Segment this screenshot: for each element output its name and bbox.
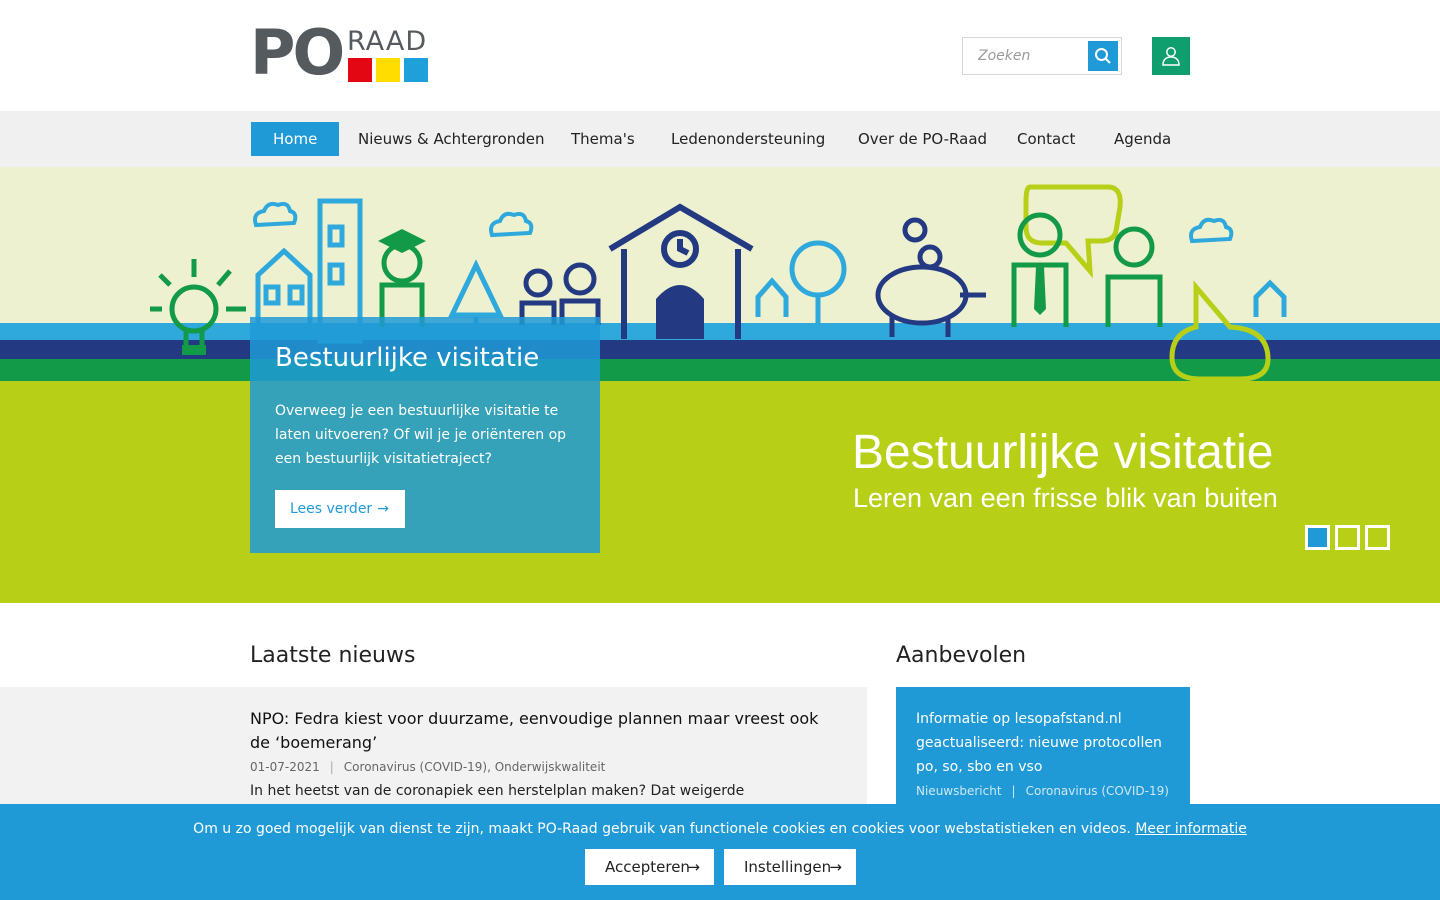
slider-dot-3[interactable] (1365, 525, 1390, 550)
user-icon (1162, 47, 1180, 66)
cookie-settings-button[interactable]: Instellingen → (724, 849, 856, 885)
hero-illustration (150, 184, 1287, 382)
news-item-excerpt: In het heetst van de coronapiek een hers… (250, 783, 745, 799)
nav-item-nieuws[interactable]: Nieuws & Achtergronden (336, 122, 567, 156)
logo-po-text: PO (250, 16, 345, 89)
nav-item-contact[interactable]: Contact (995, 122, 1097, 156)
slider-dot-1[interactable] (1305, 525, 1330, 550)
latest-news-heading: Laatste nieuws (250, 643, 416, 668)
po-raad-logo[interactable]: PO RAAD (250, 22, 430, 84)
recommended-item-tags: Coronavirus (COVID-19) (1025, 784, 1169, 798)
hero-banner-title: Bestuurlijke visitatie (852, 426, 1274, 479)
hero-card: Bestuurlijke visitatie Overweeg je een b… (250, 317, 600, 553)
logo-raad-text: RAAD (347, 26, 428, 57)
nav-item-home[interactable]: Home (251, 122, 340, 156)
hero-title: Bestuurlijke visitatie (275, 343, 540, 373)
meta-separator: | (1011, 784, 1016, 798)
nav-item-agenda[interactable]: Agenda (1092, 122, 1193, 156)
search-input[interactable] (963, 38, 1087, 74)
hero-text: Overweeg je een bestuurlijke visitatie t… (275, 403, 567, 467)
account-button[interactable] (1152, 37, 1190, 75)
cookie-bar: Om u zo goed mogelijk van dienst te zijn… (0, 804, 1440, 900)
search-icon (1095, 48, 1111, 64)
accept-label: Accepteren (605, 858, 690, 876)
read-more-button[interactable]: Lees verder → (275, 490, 405, 528)
nav-item-themas[interactable]: Thema's (549, 122, 657, 156)
news-item-title[interactable]: NPO: Fedra kiest voor duurzame, eenvoudi… (250, 707, 830, 755)
hero-slider: Bestuurlijke visitatie Overweeg je een b… (0, 167, 1440, 603)
hero-banner-subtitle: Leren van een frisse blik van buiten (853, 483, 1278, 513)
main-nav: Home Nieuws & Achtergronden Thema's Lede… (0, 111, 1440, 167)
recommended-heading: Aanbevolen (896, 643, 1027, 668)
site-header: PO RAAD (0, 0, 1440, 111)
search-button[interactable] (1088, 41, 1118, 71)
arrow-right-icon: → (829, 858, 842, 876)
slider-dot-2[interactable] (1335, 525, 1360, 550)
arrow-right-icon: → (687, 858, 700, 876)
recommended-item[interactable]: Informatie op lesopafstand.nl geactualis… (896, 687, 1190, 807)
cookie-text: Om u zo goed mogelijk van dienst te zijn… (193, 821, 1131, 837)
meta-separator: | (329, 760, 334, 774)
nav-item-ledenondersteuning[interactable]: Ledenondersteuning (649, 122, 847, 156)
recommended-item-meta: Nieuwsbericht | Coronavirus (COVID-19) (916, 784, 1169, 798)
nav-item-over[interactable]: Over de PO-Raad (836, 122, 1009, 156)
arrow-right-icon: → (377, 501, 389, 517)
settings-label: Instellingen (744, 858, 832, 876)
cookie-message: Om u zo goed mogelijk van dienst te zijn… (0, 821, 1440, 837)
news-item-meta: 01-07-2021 | Coronavirus (COVID-19), Onder… (250, 760, 605, 774)
accept-cookies-button[interactable]: Accepteren → (585, 849, 714, 885)
cookie-more-info-link[interactable]: Meer informatie (1135, 821, 1247, 837)
news-item[interactable]: NPO: Fedra kiest voor duurzame, eenvoudi… (0, 687, 867, 807)
logo-blue-square (404, 58, 428, 82)
news-item-tags: Coronavirus (COVID-19), Onderwijskwalite… (343, 760, 606, 774)
search-box (962, 37, 1122, 75)
read-more-label: Lees verder (290, 501, 373, 517)
news-item-date: 01-07-2021 (250, 760, 320, 774)
recommended-item-title[interactable]: Informatie op lesopafstand.nl geactualis… (916, 707, 1180, 779)
logo-yellow-square (376, 58, 400, 82)
logo-red-square (348, 58, 372, 82)
recommended-item-type: Nieuwsbericht (916, 784, 1002, 798)
